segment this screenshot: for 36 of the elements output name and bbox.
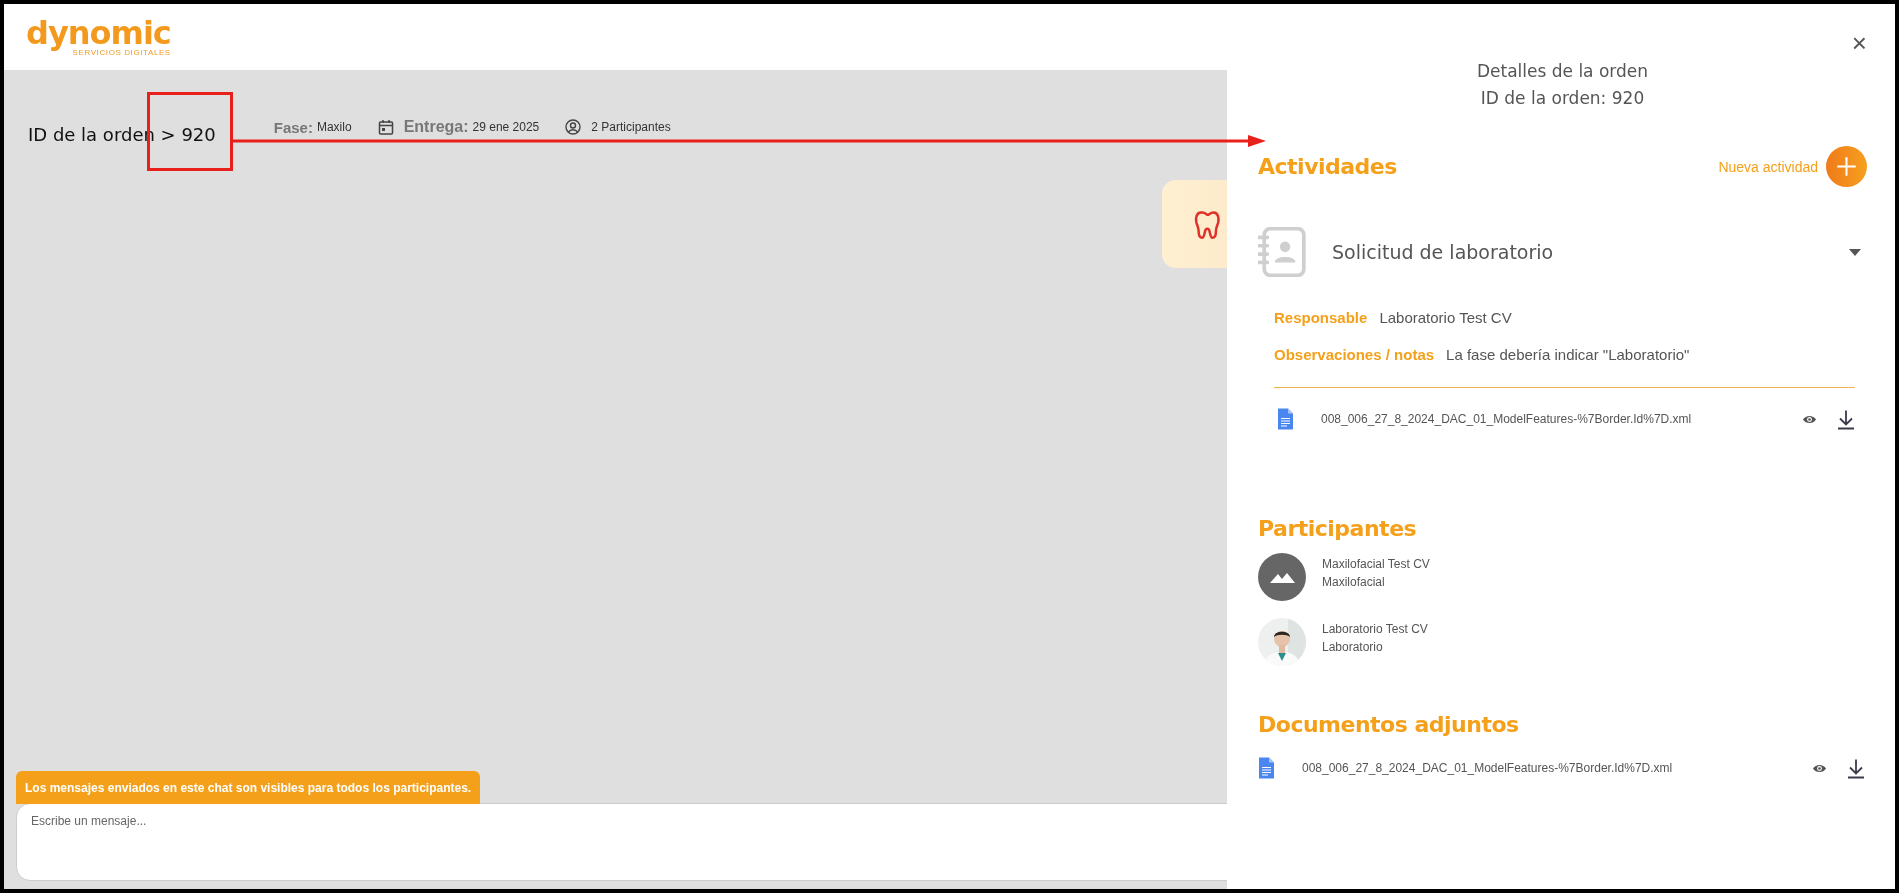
activity-title[interactable]: Solicitud de laboratorio [1332, 241, 1849, 263]
panel-subtitle: ID de la orden: 920 [1479, 87, 1646, 110]
field-label: Observaciones / notas [1274, 346, 1435, 363]
add-button[interactable] [1826, 146, 1867, 187]
participant-name: Laboratorio Test CV [1322, 621, 1428, 638]
user-icon [565, 119, 582, 135]
phase-label: Fase: [273, 118, 313, 136]
avatar-placeholder-icon [1258, 553, 1306, 601]
field-value: La fase debería indicar "Laboratorio" [1446, 346, 1690, 363]
download-icon[interactable] [1837, 408, 1855, 430]
logo-tagline: SERVICIOS DIGITALES [72, 49, 171, 57]
file-name[interactable]: 008_006_27_8_2024_DAC_01_ModelFeatures-%7Border.Id%7D.xml [1302, 761, 1673, 775]
participants-count[interactable]: 2 Participantes [591, 120, 671, 134]
document-icon [1277, 408, 1294, 430]
file-name[interactable]: 008_006_27_8_2024_DAC_01_ModelFeatures-%7Border.Id%7D.xml [1321, 412, 1692, 426]
phase-value: Maxilo [316, 120, 352, 134]
participant-role: Laboratorio [1322, 639, 1384, 656]
message-field[interactable]: Escribe un mensaje... [16, 803, 1227, 881]
section-heading: Participantes [1258, 516, 1418, 541]
document-icon [1258, 757, 1275, 779]
close-button[interactable]: × [1851, 30, 1867, 56]
panel-title: Detalles de la orden [1475, 60, 1650, 83]
logo: dynomic [26, 17, 171, 49]
caret-icon[interactable] [1849, 248, 1861, 256]
contact-book-icon [1258, 227, 1308, 277]
section-heading: Documentos adjuntos [1258, 712, 1520, 737]
field-value: Laboratorio Test CV [1379, 309, 1512, 326]
calendar-icon [377, 119, 394, 135]
chat-notice: Los mensajes enviados en este chat son visibles para todos los participantes. [16, 771, 481, 804]
delivery-label: Entrega: [403, 118, 469, 136]
section-heading: Actividades [1258, 154, 1397, 179]
participant-name: Maxilofacial Test CV [1322, 556, 1430, 573]
field-label: Responsable [1274, 309, 1368, 326]
delivery-date: 29 ene 2025 [472, 120, 540, 134]
download-icon[interactable] [1847, 757, 1865, 779]
participant-role: Maxilofacial [1322, 574, 1386, 591]
